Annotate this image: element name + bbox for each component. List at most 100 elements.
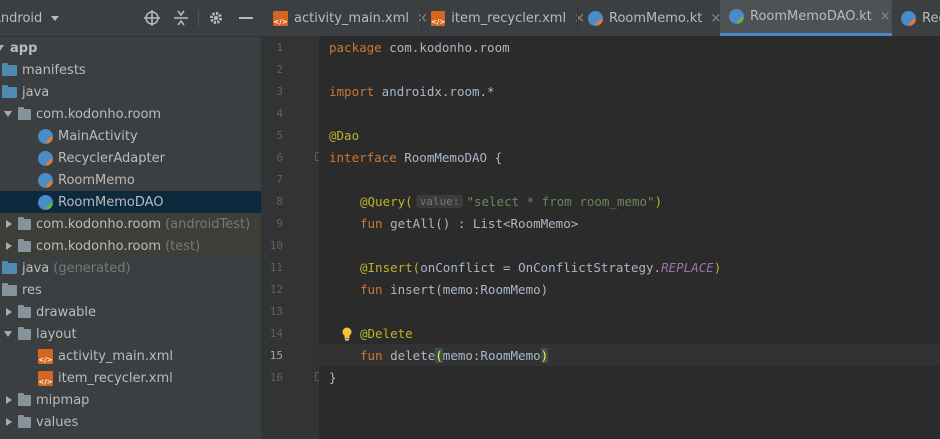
kotlin-interface-icon [729, 9, 744, 24]
tree-item-suffix: (test) [165, 238, 201, 254]
tree-item-layout[interactable]: layout [0, 323, 261, 345]
expand-arrow-icon [6, 242, 12, 250]
line-number: 3 [276, 85, 283, 98]
project-view-dropdown[interactable]: Android [0, 0, 60, 36]
tree-item-java[interactable]: java [0, 81, 261, 103]
folder-icon [2, 282, 17, 296]
code-text: com.kodonho.room [381, 39, 510, 55]
code-line: package com.kodonho.room [329, 36, 510, 58]
tree-item-label: drawable [36, 304, 97, 320]
code-text: onConflict = [420, 259, 519, 275]
tree-item-label: com.kodonho.room [36, 106, 162, 122]
tab-roommemodao-kt[interactable]: RoomMemoDAO.kt × [720, 0, 892, 36]
tree-item-roommemo[interactable]: RoomMemo [0, 169, 261, 191]
tree-item-item-recycler-xml[interactable]: </> item_recycler.xml [0, 367, 261, 389]
lightbulb-icon[interactable] [341, 327, 353, 341]
collapse-icon[interactable] [171, 8, 191, 28]
line-number: 10 [269, 239, 283, 252]
tree-item-label: RoomMemoDAO [58, 194, 164, 210]
tree-item-label: activity_main.xml [58, 348, 174, 364]
tree-item-label: MainActivity [58, 128, 138, 144]
line-number: 12 [269, 283, 283, 296]
line-number: 8 [276, 195, 283, 208]
gear-icon[interactable] [206, 8, 226, 28]
project-view-label: Android [0, 10, 43, 26]
code-line: @Dao [329, 124, 359, 146]
tab-activity-main-xml[interactable]: </> activity_main.xml × [269, 0, 433, 36]
kotlin-class-icon [901, 10, 916, 26]
tab-recycleradapter-kt[interactable]: Rec [897, 0, 940, 36]
line-number: 14 [269, 327, 283, 340]
package-icon [18, 216, 31, 230]
tree-item-app[interactable]: app [0, 37, 261, 59]
tree-item-label: RecyclerAdapter [58, 150, 165, 166]
project-panel: Android app manifests java [0, 0, 261, 439]
tree-item-package-test[interactable]: com.kodonho.room (test) [0, 235, 261, 257]
project-panel-toolbar: Android [0, 0, 261, 37]
tree-item-label: mipmap [36, 392, 90, 408]
line-number: 13 [269, 305, 283, 318]
expand-arrow-icon [6, 220, 12, 228]
kotlin-class-icon [38, 172, 53, 188]
annotation: @Dao [329, 127, 360, 143]
expand-arrow-icon [6, 396, 12, 404]
tree-item-java-generated[interactable]: java (generated) [0, 257, 261, 279]
tree-item-suffix: (androidTest) [165, 216, 251, 232]
xml-file-icon: </> [431, 10, 446, 26]
tree-item-recycleradapter[interactable]: RecyclerAdapter [0, 147, 261, 169]
code-text: delete [382, 347, 436, 363]
tree-item-package-androidtest[interactable]: com.kodonho.room (androidTest) [0, 213, 261, 235]
kotlin-interface-icon [38, 194, 53, 210]
code-editor[interactable]: package com.kodonho.room import androidx… [319, 36, 940, 439]
code-text: memo:RoomMemo [442, 347, 541, 363]
generated-folder-icon [2, 260, 17, 274]
tab-item-recycler-xml[interactable]: </> item_recycler.xml × [427, 0, 585, 36]
tree-item-activity-main-xml[interactable]: </> activity_main.xml [0, 345, 261, 367]
tree-item-res[interactable]: res [0, 279, 261, 301]
editor-tab-bar: </> activity_main.xml × </> item_recycle… [261, 0, 940, 37]
tree-item-mipmap[interactable]: mipmap [0, 389, 261, 411]
code-line: interface RoomMemoDAO { [329, 146, 502, 168]
code-text: androidx.room.* [374, 83, 495, 99]
expand-arrow-icon [0, 45, 4, 51]
tree-item-label: com.kodonho.room [36, 238, 162, 254]
tree-item-label: res [22, 282, 42, 298]
kotlin-class-icon [38, 128, 53, 144]
tree-item-label: layout [36, 326, 77, 342]
tab-label: activity_main.xml [294, 10, 410, 26]
tree-item-package[interactable]: com.kodonho.room [0, 103, 261, 125]
tab-label: RoomMemo.kt [609, 10, 703, 26]
code-line: @Query(value: "select * from room_memo") [360, 190, 662, 212]
folder-icon [18, 326, 31, 340]
code-line: } [329, 366, 337, 388]
tree-item-drawable[interactable]: drawable [0, 301, 261, 323]
tree-item-roommemodao[interactable]: RoomMemoDAO [0, 191, 261, 213]
keyword: import [329, 83, 375, 99]
line-number: 1 [276, 41, 283, 54]
package-icon [18, 106, 31, 120]
folder-icon [2, 84, 17, 98]
keyword: fun [360, 281, 383, 297]
minimize-icon[interactable] [236, 8, 256, 28]
expand-arrow-icon [6, 418, 12, 426]
tree-item-label: java [22, 260, 50, 276]
code-line: import androidx.room.* [329, 80, 495, 102]
matched-paren: ) [540, 347, 549, 363]
tree-item-mainactivity[interactable]: MainActivity [0, 125, 261, 147]
folder-icon [2, 62, 17, 76]
code-line-current: fun delete(memo:RoomMemo) [360, 344, 549, 366]
annotation: @Query( [360, 193, 413, 209]
line-number: 16 [269, 371, 283, 384]
keyword: package [329, 39, 382, 55]
keyword: fun [360, 215, 383, 231]
tree-item-values[interactable]: values [0, 411, 261, 433]
xml-file-icon: </> [273, 10, 288, 26]
tree-item-label: manifests [22, 62, 86, 78]
close-icon[interactable]: × [880, 9, 891, 24]
line-number: 6 [276, 151, 283, 164]
annotation: ) [713, 259, 722, 275]
tab-roommemo-kt[interactable]: RoomMemo.kt × [584, 0, 723, 36]
target-icon[interactable] [142, 8, 162, 28]
folder-icon [18, 392, 31, 406]
tree-item-manifests[interactable]: manifests [0, 59, 261, 81]
